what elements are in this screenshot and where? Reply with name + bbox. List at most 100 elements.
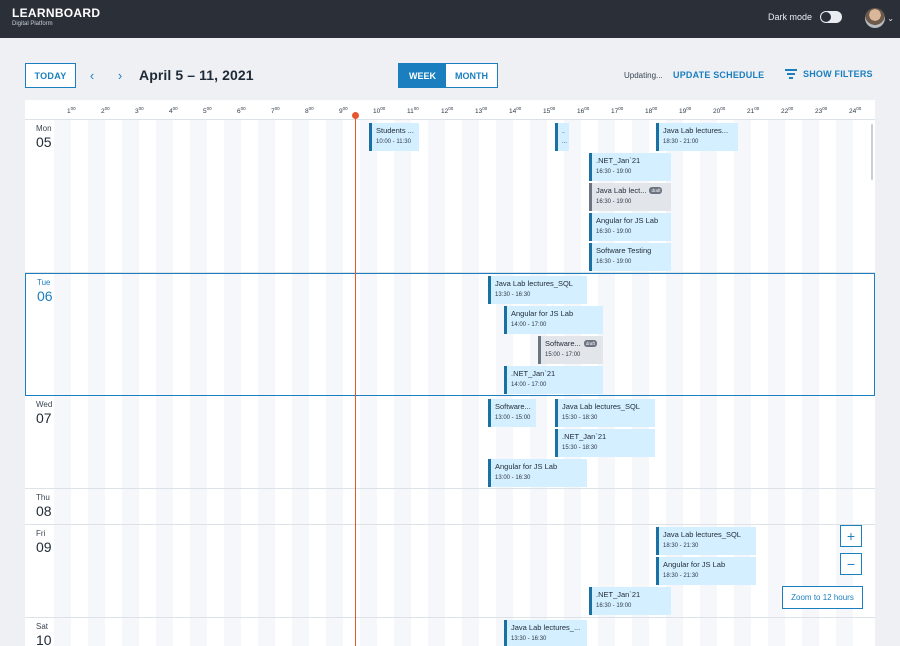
zoom-out-button[interactable]: −	[840, 553, 862, 575]
zoom-in-button[interactable]: +	[840, 525, 862, 547]
hour-minutes: 00	[516, 106, 522, 111]
month-view-button[interactable]: MONTH	[446, 64, 497, 87]
chevron-left-icon[interactable]: ‹	[83, 66, 101, 84]
brand-title: LEARNBOARD	[12, 6, 101, 20]
event-time: 15:00 - 17:00	[545, 352, 581, 358]
hour-minutes: 00	[482, 106, 488, 111]
event-title: Angular for JS Lab	[663, 560, 726, 569]
event-title-row: .NET_Jan`21	[596, 156, 667, 165]
day-of-week: Wed	[36, 400, 53, 409]
schedule-event[interactable]: Software... draft 15:00 - 17:00	[538, 336, 603, 364]
event-time: 16:30 - 19:00	[596, 229, 632, 235]
hour-label: 1300	[475, 106, 487, 115]
event-title-row: .NET_Jan`21	[511, 369, 599, 378]
event-title-row: Java Lab lect... draft	[596, 186, 667, 195]
hour-label: 1400	[509, 106, 521, 115]
event-title: Java Lab lect...	[596, 186, 647, 195]
hour-label: 1800	[645, 106, 657, 115]
schedule-event[interactable]: Java Lab lectures_... 13:30 - 16:30	[504, 620, 587, 646]
show-filters-label: SHOW FILTERS	[803, 69, 873, 79]
calendar-toolbar: TODAY ‹ › April 5 – 11, 2021 WEEK MONTH …	[0, 38, 900, 100]
schedule-event[interactable]: .NET_Jan`21 14:00 - 17:00	[504, 366, 603, 394]
schedule-event[interactable]: Software... 13:00 - 15:00	[488, 399, 536, 427]
schedule-event[interactable]: Java Lab lectures_SQL 15:30 - 18:30	[555, 399, 655, 427]
schedule-event[interactable]: Java Lab lectures... 18:30 - 21:00	[656, 123, 738, 151]
event-time: 10:00 - 11:30	[376, 139, 411, 145]
event-title: Angular for JS Lab	[596, 216, 659, 225]
update-schedule-button[interactable]: UPDATE SCHEDULE	[673, 70, 764, 80]
hour-label: 2400	[849, 106, 861, 115]
show-filters-button[interactable]: SHOW FILTERS	[785, 69, 873, 79]
event-title-row: .NET_Jan`21	[596, 590, 667, 599]
schedule-event[interactable]: Java Lab lect... draft 16:30 - 19:00	[589, 183, 671, 211]
day-of-week: Sat	[36, 622, 49, 631]
chevron-right-icon[interactable]: ›	[111, 66, 129, 84]
zoom-to-12-hours-button[interactable]: Zoom to 12 hours	[782, 586, 863, 609]
event-time: 16:30 - 19:00	[596, 259, 632, 265]
event-title-row: Students ...	[376, 126, 415, 135]
dark-mode-control: Dark mode	[768, 11, 842, 23]
hour-label: 500	[203, 106, 212, 115]
brand-logo[interactable]: LEARNBOARD Digital Platform	[12, 7, 100, 28]
event-title: .NET_Jan`21	[562, 432, 607, 441]
event-title: .NET_Jan`21	[596, 590, 641, 599]
hour-minutes: 00	[686, 106, 692, 111]
schedule-event[interactable]: Students ... 10:00 - 11:30	[369, 123, 419, 151]
event-title-row: Angular for JS Lab	[511, 309, 599, 318]
day-row-tue: Tue 06	[25, 273, 875, 396]
schedule-event[interactable]: .NET_Jan`21 15:30 - 18:30	[555, 429, 655, 457]
hour-label: 700	[271, 106, 280, 115]
hour-minutes: 00	[856, 106, 862, 111]
hour-minutes: 00	[448, 106, 454, 111]
event-title: Software...	[545, 339, 581, 348]
avatar	[865, 8, 886, 28]
schedule-event[interactable]: ......	[555, 123, 569, 151]
hour-minutes: 00	[240, 106, 246, 111]
day-number: 06	[37, 288, 53, 304]
event-title-row: Java Lab lectures_SQL	[562, 402, 651, 411]
hour-label: 300	[135, 106, 144, 115]
event-time: 15:30 - 18:30	[562, 415, 598, 421]
event-title-row: Java Lab lectures_...	[511, 623, 583, 632]
schedule-event[interactable]: Angular for JS Lab 14:00 - 17:00	[504, 306, 603, 334]
schedule-event[interactable]: .NET_Jan`21 16:30 - 19:00	[589, 153, 671, 181]
user-menu[interactable]: ⌄	[865, 8, 894, 28]
event-title: Java Lab lectures_...	[511, 623, 581, 632]
day-label: Sat 10	[36, 622, 52, 646]
today-button[interactable]: TODAY	[25, 63, 76, 88]
vertical-scrollbar[interactable]	[871, 124, 873, 180]
dark-mode-toggle[interactable]	[820, 11, 842, 23]
hours-header: 100 200 300 400 500 600 700 800 900 1000 1100 1200 1…	[25, 100, 875, 120]
hour-minutes: 00	[720, 106, 726, 111]
event-time: 18:30 - 21:00	[663, 139, 699, 145]
schedule-event[interactable]: Angular for JS Lab 18:30 - 21:30	[656, 557, 756, 585]
event-title: Students ...	[376, 126, 414, 135]
filter-icon	[785, 69, 797, 79]
day-row-thu: Thu 08	[25, 489, 875, 525]
draft-badge: draft	[649, 187, 663, 194]
schedule-event[interactable]: Java Lab lectures_SQL 13:30 - 16:30	[488, 276, 587, 304]
schedule-event[interactable]: Angular for JS Lab 16:30 - 19:00	[589, 213, 671, 241]
day-number: 10	[36, 632, 52, 646]
event-title: ...	[562, 126, 565, 135]
week-view-button[interactable]: WEEK	[399, 64, 446, 87]
hour-label: 1500	[543, 106, 555, 115]
view-switcher: WEEK MONTH	[398, 63, 498, 88]
schedule-event[interactable]: Java Lab lectures_SQL 18:30 - 21:30	[656, 527, 756, 555]
schedule-event[interactable]: .NET_Jan`21 16:30 - 19:00	[589, 587, 671, 615]
event-time: 15:30 - 18:30	[562, 445, 598, 451]
day-row-wed: Wed 07	[25, 396, 875, 489]
event-title: Java Lab lectures_SQL	[663, 530, 741, 539]
event-title-row: Software Testing	[596, 246, 667, 255]
hour-minutes: 00	[754, 106, 760, 111]
event-title: Java Lab lectures_SQL	[562, 402, 640, 411]
day-number: 09	[36, 539, 52, 555]
event-title: Java Lab lectures_SQL	[495, 279, 573, 288]
schedule-event[interactable]: Software Testing 16:30 - 19:00	[589, 243, 671, 271]
hour-label: 2200	[781, 106, 793, 115]
day-of-week: Fri	[36, 529, 46, 538]
schedule-event[interactable]: Angular for JS Lab 13:00 - 16:30	[488, 459, 587, 487]
event-title-row: Software... draft	[545, 339, 599, 348]
dark-mode-label: Dark mode	[767, 12, 812, 22]
hour-minutes: 00	[70, 106, 76, 111]
